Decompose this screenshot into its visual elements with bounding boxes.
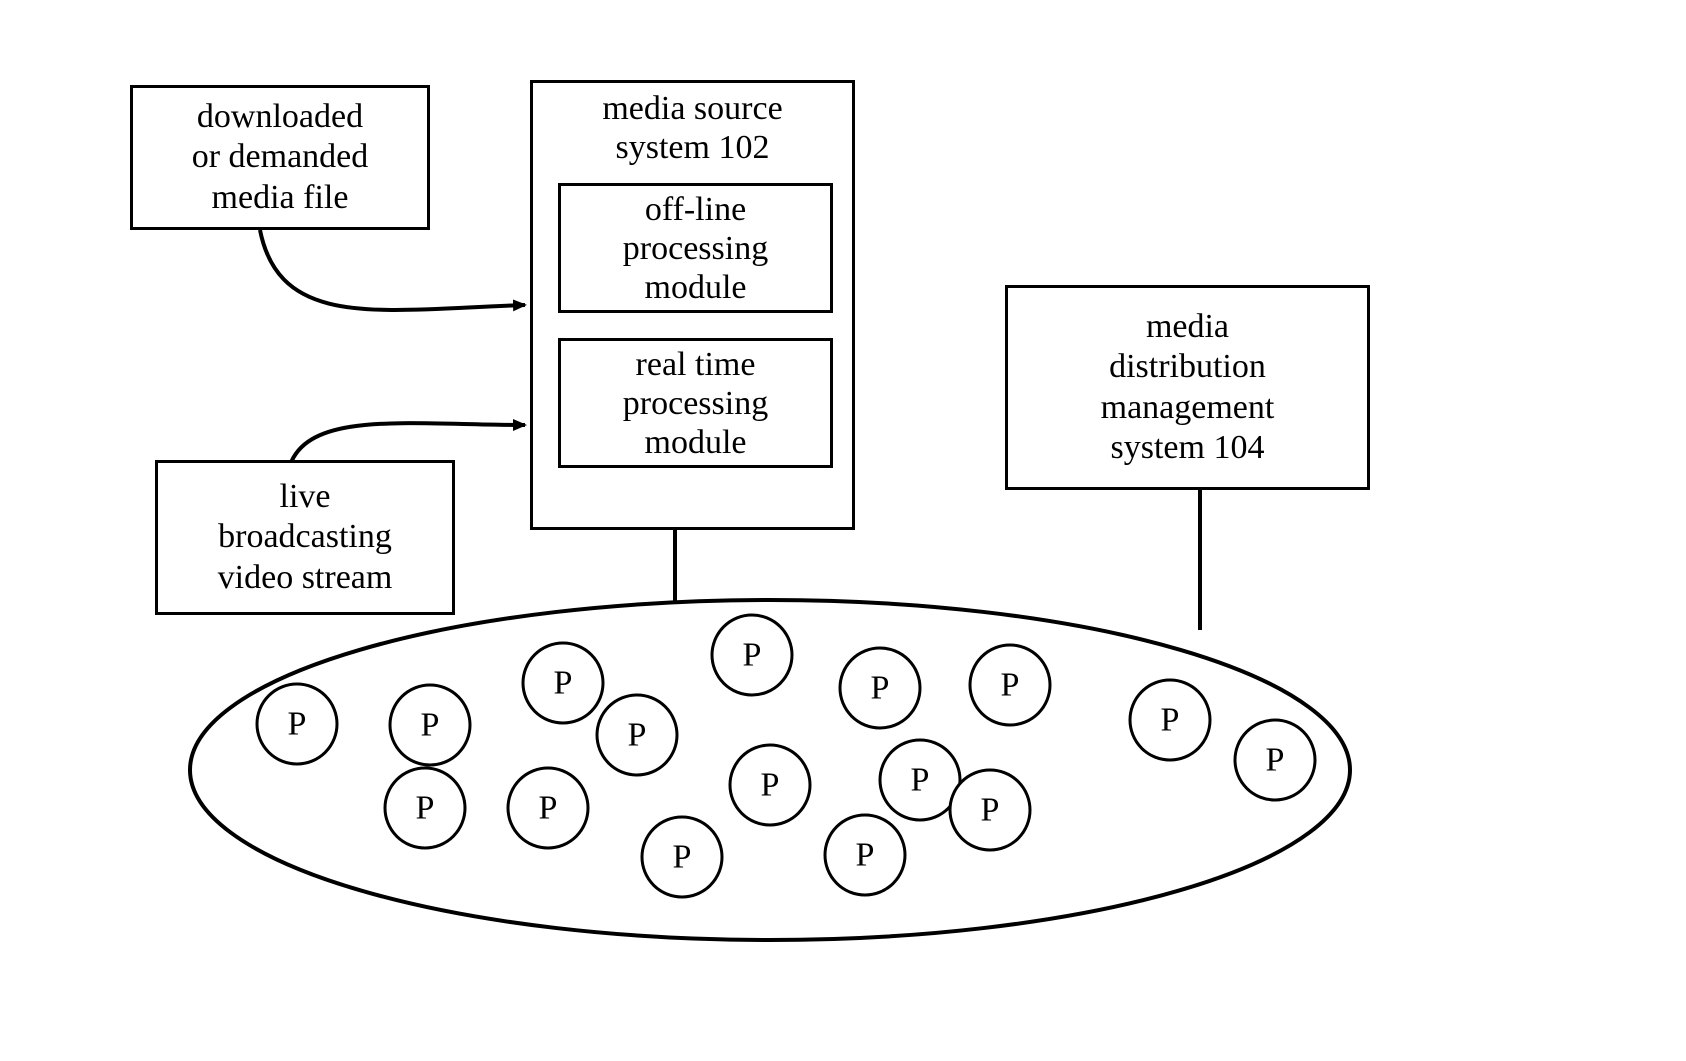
peer-node-label: P (743, 637, 762, 674)
peer-node-label: P (981, 792, 1000, 829)
diagram-stage: P P P P P P P P P P P P P P P P downloaded or demanded … (0, 0, 1686, 1061)
peer-node-label: P (911, 762, 930, 799)
peer-node-label: P (1266, 742, 1285, 779)
peer-node-label: P (761, 767, 780, 804)
peer-node-label: P (421, 707, 440, 744)
peer-node-label: P (539, 790, 558, 827)
arrow-live-to-realtime (290, 423, 525, 465)
peer-node-label: P (416, 790, 435, 827)
box-downloaded-media-file: downloaded or demanded media file (130, 85, 430, 230)
box-media-source-system: media source system 102 off-line process… (530, 80, 855, 530)
peer-node-label: P (673, 839, 692, 876)
box-realtime-processing-module: real time processing module (558, 338, 833, 468)
box-offline-processing-module: off-line processing module (558, 183, 833, 313)
peer-node-label: P (628, 717, 647, 754)
label-media-source-system: media source system 102 (533, 83, 852, 167)
arrow-downloaded-to-offline (260, 230, 525, 310)
peer-node-label: P (1161, 702, 1180, 739)
box-live-broadcasting: live broadcasting video stream (155, 460, 455, 615)
peer-node-label: P (288, 706, 307, 743)
peer-node-label: P (856, 837, 875, 874)
peers-group: P P P P P P P P P P P P P P P P (257, 615, 1315, 897)
peer-node-label: P (554, 665, 573, 702)
peer-node-label: P (1001, 667, 1020, 704)
peer-node-label: P (871, 670, 890, 707)
box-media-distribution-management: media distribution management system 104 (1005, 285, 1370, 490)
